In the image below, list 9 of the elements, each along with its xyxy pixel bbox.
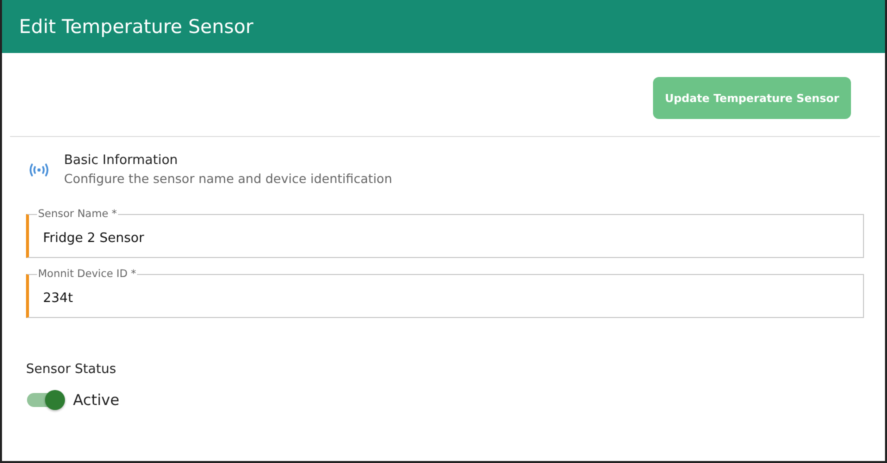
toggle-label: Active [73, 391, 120, 409]
status-label: Sensor Status [25, 361, 118, 377]
window-title: Edit Temperature Sensor [2, 0, 885, 53]
section-title: Basic Information [64, 153, 179, 168]
toggle-switch[interactable] [27, 393, 63, 407]
field-label: Sensor Name * [37, 208, 118, 220]
field-label: Monnit Device ID * [37, 268, 138, 280]
section-subtitle: Configure the sensor name and device identification [64, 171, 392, 186]
broadcast-icon [28, 162, 50, 176]
